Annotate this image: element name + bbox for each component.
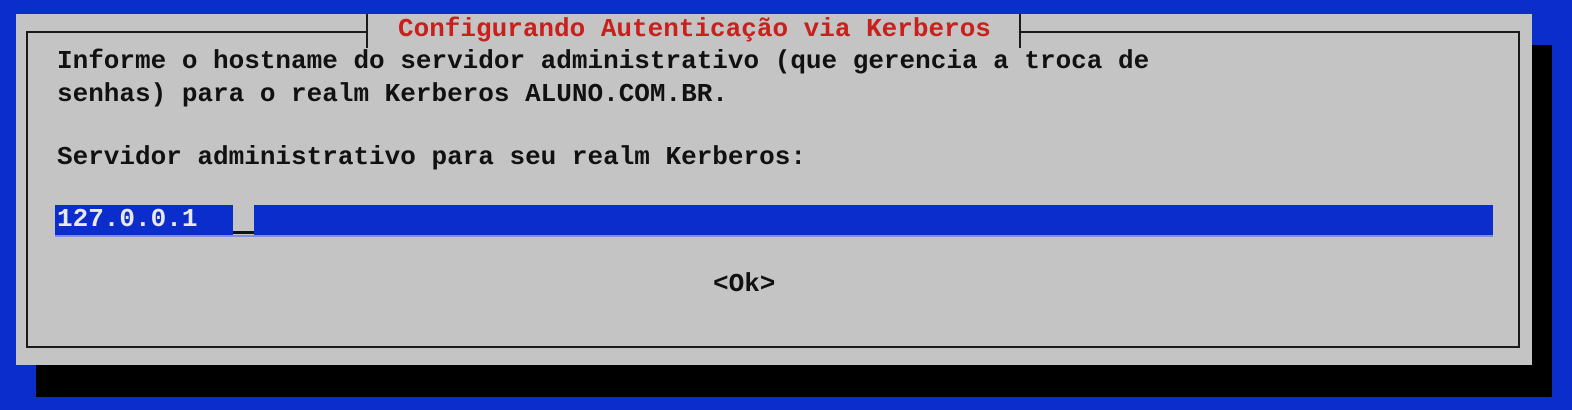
admin-server-input[interactable]: 127.0.0.1 bbox=[55, 205, 1493, 237]
dialog-title: Configurando Autenticação via Kerberos bbox=[366, 14, 1021, 48]
description-line-2: senhas) para o realm Kerberos ALUNO.COM.… bbox=[57, 79, 728, 109]
ok-button[interactable]: <Ok> bbox=[713, 268, 775, 300]
dialog-shadow-right bbox=[1532, 45, 1552, 397]
dialog-shadow-bottom bbox=[36, 365, 1552, 397]
description-line-1: Informe o hostname do servidor administr… bbox=[57, 46, 1150, 76]
text-cursor-underline bbox=[233, 231, 254, 234]
admin-server-input-value: 127.0.0.1 bbox=[57, 205, 198, 234]
dialog-title-text: Configurando Autenticação via Kerberos bbox=[398, 14, 991, 44]
field-label: Servidor administrativo para seu realm K… bbox=[57, 142, 806, 172]
kerberos-dialog: Configurando Autenticação via Kerberos I… bbox=[16, 14, 1532, 365]
text-cursor bbox=[233, 205, 254, 235]
